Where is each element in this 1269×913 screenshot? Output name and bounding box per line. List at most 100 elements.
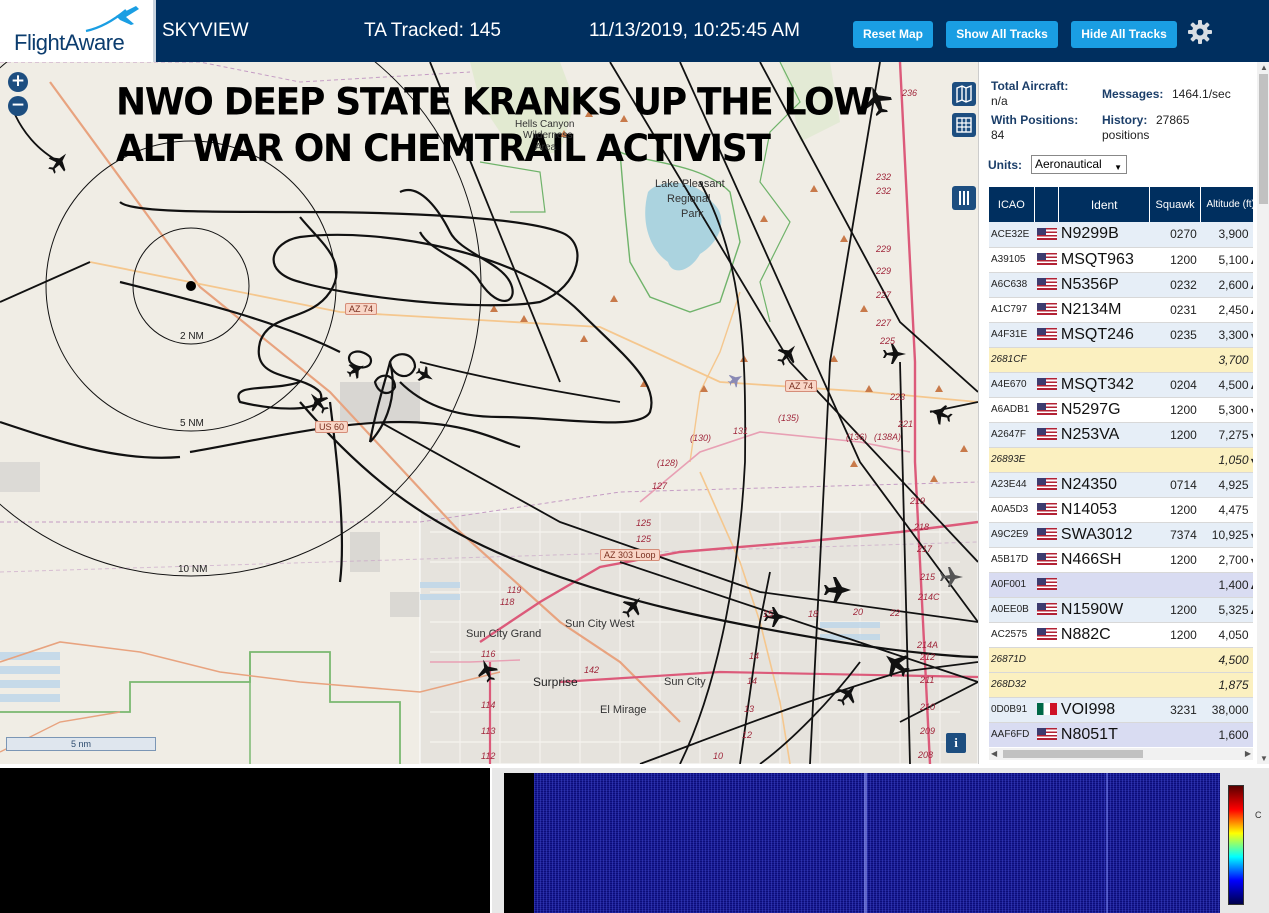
altitude-trend-icon: ▲ xyxy=(1249,256,1253,266)
cell-ident: N8051T xyxy=(1058,722,1150,747)
table-row[interactable]: 26871D 4,500 xyxy=(989,647,1253,673)
scroll-left-arrow-icon[interactable]: ◀ xyxy=(991,749,997,758)
horizontal-scrollbar[interactable]: ◀ ▶ xyxy=(989,748,1253,760)
place-label: Surprise xyxy=(533,675,578,689)
cell-squawk: 7374 xyxy=(1149,522,1201,548)
scroll-down-arrow-icon[interactable]: ▼ xyxy=(1260,754,1268,763)
highway-number: 114 xyxy=(481,700,496,710)
place-label: Park xyxy=(681,208,704,220)
aircraft-table-container[interactable]: ICAO Ident Squawk Altitude (ft) ACE32E N9… xyxy=(989,187,1253,747)
flightaware-logo[interactable]: FlightAware xyxy=(0,0,156,62)
us-flag-icon xyxy=(1036,278,1057,291)
cell-ident: N5297G xyxy=(1058,397,1150,423)
altitude-value: 3,300 xyxy=(1218,327,1249,342)
cell-altitude: 38,000 xyxy=(1200,697,1253,723)
table-row[interactable]: A0F001 1,400▲ xyxy=(989,572,1253,598)
altitude-trend-icon: ▼ xyxy=(1249,556,1253,566)
highway-number: 232 xyxy=(876,172,892,182)
units-select[interactable]: Aeronautical xyxy=(1031,155,1127,176)
aircraft-table: ICAO Ident Squawk Altitude (ft) ACE32E N9… xyxy=(989,187,1253,747)
vertical-scrollbar[interactable]: ▲ ▼ xyxy=(1257,62,1269,764)
column-header-icao[interactable]: ICAO xyxy=(989,187,1035,222)
range-ring-label: 10 NM xyxy=(178,564,208,575)
column-header-flag[interactable] xyxy=(1034,187,1060,222)
highway-number: 118 xyxy=(500,597,515,607)
zoom-out-button[interactable]: − xyxy=(8,96,28,116)
show-all-tracks-button[interactable]: Show All Tracks xyxy=(946,21,1058,48)
map-grid-button[interactable] xyxy=(952,113,976,137)
table-row[interactable]: A1C797N2134M02312,450▲ xyxy=(989,297,1253,323)
cell-flag xyxy=(1034,497,1059,523)
highway-number: 125 xyxy=(636,534,652,544)
cell-icao: ACE32E xyxy=(989,222,1035,248)
altitude-value: 1,600 xyxy=(1218,727,1249,742)
place-label: Area xyxy=(535,142,557,153)
cell-ident: N14053 xyxy=(1058,497,1150,523)
column-header-squawk[interactable]: Squawk xyxy=(1149,187,1202,222)
cell-ident: VOI998 xyxy=(1058,697,1150,723)
cell-icao: AC2575 xyxy=(989,622,1035,648)
cell-flag xyxy=(1034,722,1059,747)
table-row[interactable]: A9C2E9SWA3012737410,925▼ xyxy=(989,522,1253,548)
highway-number: 127 xyxy=(652,481,668,491)
cell-flag xyxy=(1034,647,1059,673)
gear-icon[interactable] xyxy=(1186,18,1214,46)
cell-altitude: 4,500▲ xyxy=(1200,372,1253,398)
table-row[interactable]: AAF6FD N8051T 1,600 xyxy=(989,722,1253,747)
horizontal-scroll-thumb[interactable] xyxy=(1003,750,1143,758)
cell-ident: N1590W xyxy=(1058,597,1150,623)
cell-icao: A0A5D3 xyxy=(989,497,1035,523)
scroll-up-arrow-icon[interactable]: ▲ xyxy=(1260,63,1268,72)
range-ring-label: 2 NM xyxy=(180,331,204,342)
altitude-trend-icon: ▲ xyxy=(1249,281,1253,291)
highway-number: 18 xyxy=(808,609,819,619)
highway-number: 113 xyxy=(481,726,496,736)
intensity-colorbar xyxy=(1228,785,1244,905)
table-row[interactable]: A0A5D3 N14053 1200 4,475 xyxy=(989,497,1253,523)
highway-number: 209 xyxy=(920,726,936,736)
map-layers-button[interactable] xyxy=(952,82,976,106)
table-row[interactable]: AC2575 N882C 1200 4,050 xyxy=(989,622,1253,648)
place-label: Regional xyxy=(667,193,711,205)
us-flag-icon xyxy=(1036,428,1057,441)
table-row[interactable]: 268D32 1,875 xyxy=(989,672,1253,698)
us-flag-icon xyxy=(1036,228,1057,241)
place-label: El Mirage xyxy=(600,704,647,716)
map-view[interactable]: NWO DEEP STATE KRANKS UP THE LOW ALT WAR… xyxy=(0,62,978,764)
place-label: Sun City xyxy=(664,676,706,688)
cell-squawk: 1200 xyxy=(1149,597,1201,623)
cell-icao: A4E670 xyxy=(989,372,1035,398)
history-value: 27865 xyxy=(1156,113,1190,127)
toggle-sidebar-button[interactable] xyxy=(952,186,976,210)
table-row[interactable]: A0EE0BN1590W12005,325▲ xyxy=(989,597,1253,623)
column-header-altitude[interactable]: Altitude (ft) xyxy=(1200,187,1253,222)
table-row[interactable]: A5B17DN466SH12002,700▼ xyxy=(989,547,1253,573)
table-row[interactable]: 0D0B91 VOI998 3231 38,000 xyxy=(989,697,1253,723)
table-row[interactable]: ACE32E N9299B 0270 3,900 xyxy=(989,222,1253,248)
cell-ident: MSQT246 xyxy=(1058,322,1150,348)
table-row[interactable]: A39105MSQT96312005,100▲ xyxy=(989,247,1253,273)
table-row[interactable]: A4F31EMSQT24602353,300▼ xyxy=(989,322,1253,348)
table-row[interactable]: A4E670MSQT34202044,500▲ xyxy=(989,372,1253,398)
video-panel xyxy=(0,768,490,913)
table-row[interactable]: A6ADB1N5297G12005,300▼ xyxy=(989,397,1253,423)
vertical-scroll-thumb[interactable] xyxy=(1259,74,1268,204)
aircraft-table-body: ACE32E N9299B 0270 3,900 A39105 MSQT963 1200 5,… xyxy=(989,222,1253,747)
highway-number: 215 xyxy=(920,572,936,582)
table-row[interactable]: A6C638N5356P02322,600▲ xyxy=(989,272,1253,298)
table-row[interactable]: A2647FN253VA12007,275▼ xyxy=(989,422,1253,448)
table-row[interactable]: 2681CF 3,700 xyxy=(989,347,1253,373)
table-row[interactable]: 26893E 1,050▼ xyxy=(989,447,1253,473)
cell-ident xyxy=(1058,647,1150,673)
altitude-value: 5,300 xyxy=(1218,402,1249,417)
scroll-right-arrow-icon[interactable]: ▶ xyxy=(1245,749,1251,758)
hide-all-tracks-button[interactable]: Hide All Tracks xyxy=(1071,21,1177,48)
highway-number: (128) xyxy=(657,458,679,468)
column-header-ident[interactable]: Ident xyxy=(1058,187,1150,222)
info-icon[interactable]: i xyxy=(946,733,966,753)
table-row[interactable]: A23E44 N24350 0714 4,925 xyxy=(989,472,1253,498)
altitude-trend-icon: ▼ xyxy=(1249,331,1253,341)
altitude-trend-icon: ▲ xyxy=(1249,606,1253,616)
reset-map-button[interactable]: Reset Map xyxy=(853,21,933,48)
zoom-in-button[interactable]: + xyxy=(8,72,28,92)
